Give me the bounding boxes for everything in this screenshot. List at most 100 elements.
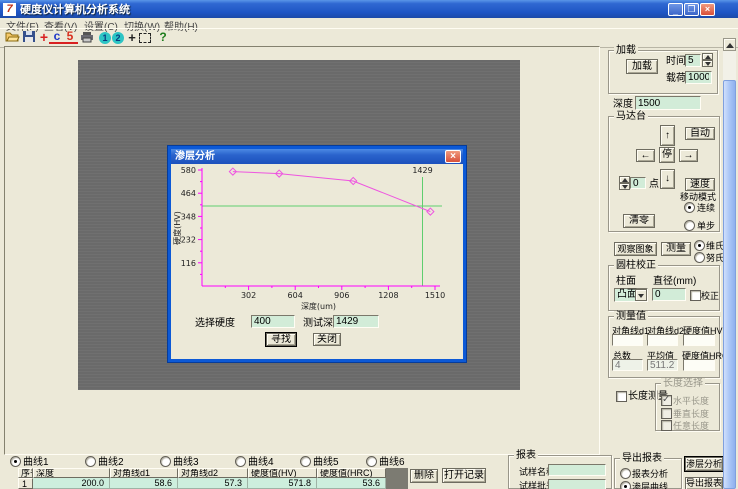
menu-bar: 文件(F) 查看(V) 设置(C) 切换(W) 帮助(H): [0, 18, 738, 28]
vertical-length-checkbox[interactable]: [661, 408, 672, 419]
motor-up-button[interactable]: ↑: [660, 125, 675, 146]
surface-combo[interactable]: 凸面: [614, 288, 648, 302]
knoop-radio[interactable]: [694, 252, 705, 263]
find-button[interactable]: 寻找: [266, 333, 296, 346]
curve5-radio[interactable]: [300, 456, 311, 467]
col-hv: 硬度值(HV): [248, 468, 317, 478]
curve1-radio[interactable]: [10, 456, 21, 467]
sample-batch-field[interactable]: [548, 479, 606, 489]
hrc-field: [683, 359, 715, 371]
combo-dropdown-icon[interactable]: [635, 289, 647, 301]
scrollbar-thumb[interactable]: [723, 80, 736, 489]
svg-text:906: 906: [334, 291, 349, 300]
time-spin-up-button[interactable]: [702, 53, 713, 60]
point-label: 点: [649, 179, 659, 190]
point-spin-up-button[interactable]: [619, 176, 630, 183]
vertical-scrollbar[interactable]: [723, 38, 736, 489]
layer-analysis-button[interactable]: 渗层分析: [685, 457, 723, 471]
time-field[interactable]: [685, 54, 701, 67]
app-icon: 7: [3, 3, 16, 16]
curve3-radio[interactable]: [160, 456, 171, 467]
printer-icon[interactable]: [79, 30, 95, 45]
curve2-label: 曲线2: [98, 457, 124, 468]
any-length-checkbox[interactable]: [661, 420, 672, 431]
save-icon[interactable]: [21, 30, 37, 45]
app-window: 7 硬度仪计算机分析系统 _ ❐ × 文件(F) 查看(V) 设置(C) 切换(…: [0, 0, 738, 489]
layer-analysis-dialog: 渗层分析 × 142930260490612081510116232348464…: [168, 146, 466, 362]
correct-label: 校正: [701, 291, 719, 302]
calibrate-5-icon[interactable]: 5: [62, 30, 78, 44]
vickers-radio[interactable]: [694, 240, 705, 251]
restore-button[interactable]: ❐: [684, 3, 699, 16]
force-field[interactable]: [685, 71, 712, 84]
time-spin-down-button[interactable]: [702, 60, 713, 67]
scrollbar-up-button[interactable]: [723, 38, 736, 51]
hv-field: [683, 334, 715, 346]
measure-button[interactable]: 测量: [661, 242, 691, 256]
table-header-row: 序号 深度 对角线d1 对角线d2 硬度值(HV) 硬度值(HRC): [18, 468, 408, 478]
motor-right-button[interactable]: →: [679, 149, 698, 162]
curve6-label: 曲线6: [379, 457, 405, 468]
point-spinner: [619, 176, 630, 190]
measurement-table[interactable]: 序号 深度 对角线d1 对角线d2 硬度值(HV) 硬度值(HRC) 1 200…: [18, 468, 408, 489]
point-field[interactable]: [630, 177, 646, 189]
d2-field: [647, 334, 678, 346]
diameter-field[interactable]: [652, 288, 686, 301]
diameter-label: 直径(mm): [653, 276, 696, 287]
test-depth-field[interactable]: [333, 315, 379, 328]
sample-name-field[interactable]: [548, 464, 606, 476]
layer-chart: 142930260490612081510116232348464580深度(u…: [172, 165, 460, 311]
cell-hrc: 53.6: [317, 478, 386, 489]
delete-button[interactable]: 删除: [410, 469, 438, 483]
dialog-close-action-button[interactable]: 关闭: [313, 333, 341, 346]
curve6-radio[interactable]: [366, 456, 377, 467]
curve2-radio[interactable]: [85, 456, 96, 467]
average-field: [647, 359, 678, 371]
open-record-button[interactable]: 打开记录: [442, 468, 486, 483]
col-index: 序号: [18, 468, 33, 478]
cylinder-group-title: 圆柱校正: [614, 260, 658, 271]
table-row[interactable]: 1 200.0 58.6 57.3 571.8 53.6: [18, 478, 408, 489]
horizontal-length-checkbox[interactable]: [661, 395, 672, 406]
mode-continuous-radio[interactable]: [684, 202, 695, 213]
correct-checkbox[interactable]: [690, 290, 701, 301]
motor-clear-button[interactable]: 清零: [623, 214, 655, 228]
title-bar: 7 硬度仪计算机分析系统: [0, 0, 738, 18]
point-spin-down-button[interactable]: [619, 183, 630, 190]
time-spinner: [702, 53, 713, 67]
select-hardness-field[interactable]: [251, 315, 295, 328]
d1-field: [612, 334, 643, 346]
dialog-close-button[interactable]: ×: [445, 150, 461, 163]
dialog-title: 渗层分析: [175, 151, 215, 162]
curve4-radio[interactable]: [235, 456, 246, 467]
cell-index: 1: [18, 478, 33, 489]
observe-image-button[interactable]: 观察图象: [614, 242, 657, 256]
curve5-label: 曲线5: [313, 457, 339, 468]
force-label: 载荷: [666, 73, 686, 84]
open-file-icon[interactable]: [4, 30, 20, 45]
depth-field[interactable]: [635, 96, 701, 110]
motor-speed-button[interactable]: 速度: [685, 178, 715, 191]
motor-stop-button[interactable]: 停: [659, 147, 675, 163]
motor-auto-button[interactable]: 自动: [685, 127, 715, 140]
length-measure-checkbox[interactable]: [616, 391, 627, 402]
window-title: 硬度仪计算机分析系统: [20, 1, 130, 17]
load-group-title: 加载: [614, 45, 638, 56]
dialog-title-bar[interactable]: 渗层分析: [171, 149, 463, 164]
move-mode-label: 移动模式: [680, 192, 716, 203]
frame-select-icon[interactable]: [137, 30, 153, 45]
close-button[interactable]: ×: [700, 3, 715, 16]
help-icon[interactable]: ?: [155, 30, 171, 45]
motor-down-button[interactable]: ↓: [660, 169, 675, 189]
col-depth: 深度: [33, 468, 110, 478]
load-button[interactable]: 加载: [626, 59, 658, 74]
cell-hv: 571.8: [248, 478, 317, 489]
export-report-button[interactable]: 导出报表: [685, 477, 723, 489]
curve3-label: 曲线3: [173, 457, 199, 468]
total-field: [612, 359, 643, 371]
layer-curve-radio[interactable]: [620, 481, 631, 489]
motor-left-button[interactable]: ←: [636, 149, 655, 162]
report-analysis-radio[interactable]: [620, 468, 631, 479]
mode-step-radio[interactable]: [684, 220, 695, 231]
minimize-button[interactable]: _: [668, 3, 683, 16]
